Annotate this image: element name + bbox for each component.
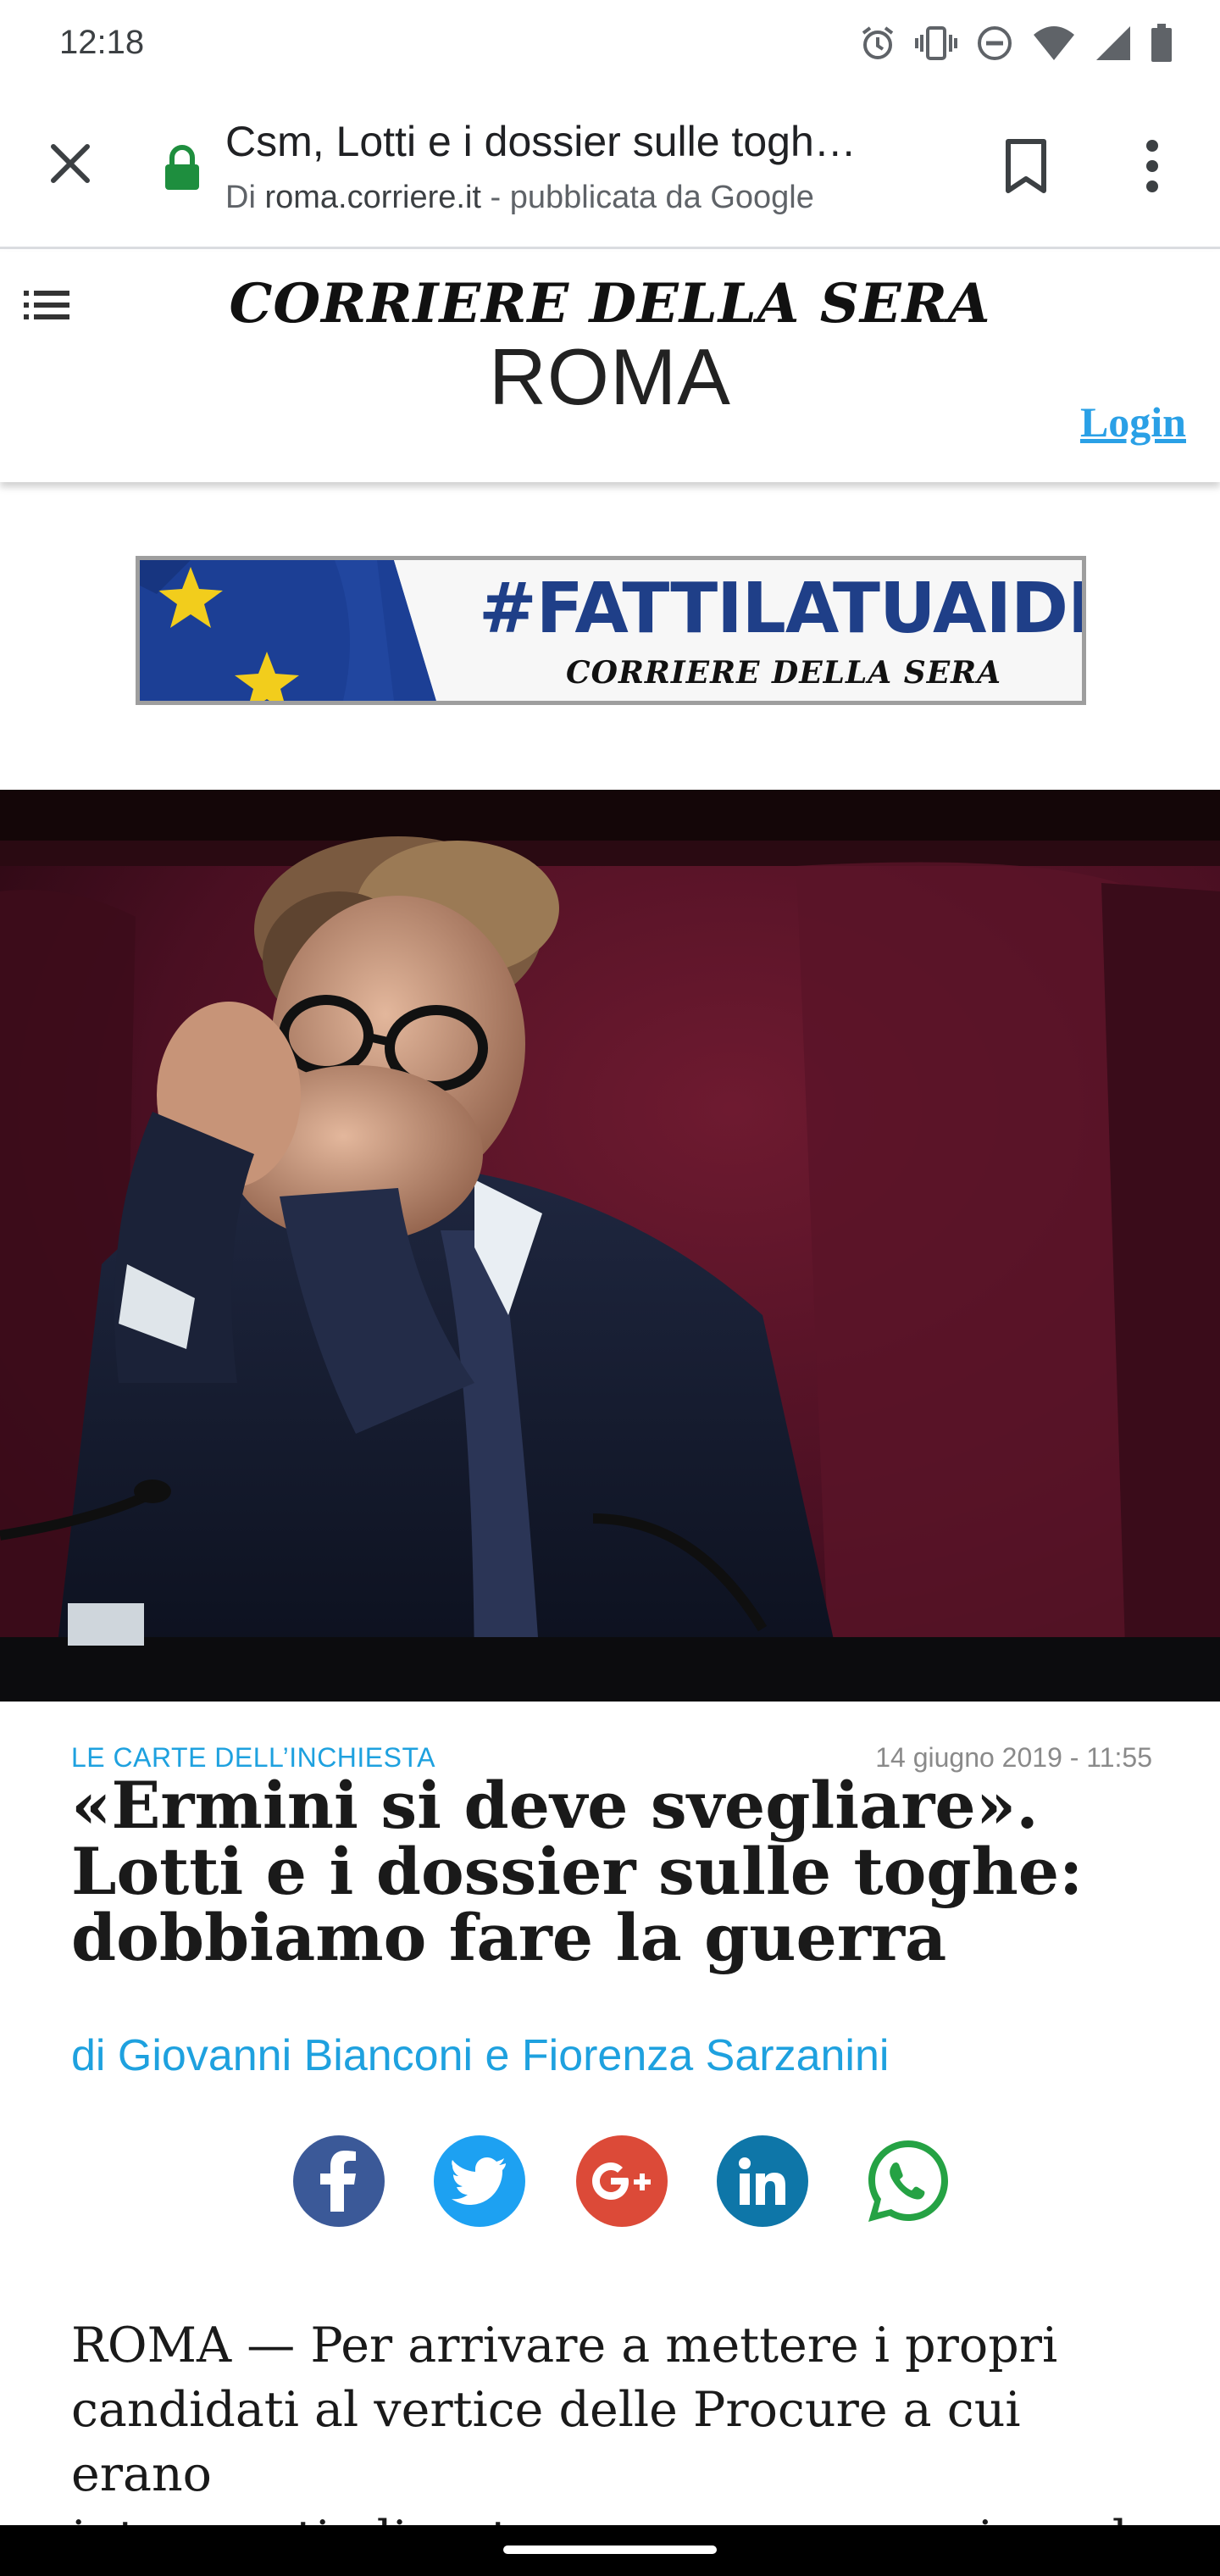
twitter-icon [452,2157,507,2205]
signal-icon [1095,25,1132,62]
section-title[interactable]: ROMA [0,331,1220,423]
share-bar [0,2135,1220,2229]
close-button[interactable] [42,137,98,193]
more-options-button[interactable] [1127,134,1178,202]
article-byline[interactable]: di Giovanni Bianconi e Fiorenza Sarzanin… [71,2030,889,2081]
lock-icon[interactable] [163,144,202,192]
status-bar: 12:18 [0,0,1220,85]
bookmark-button[interactable] [996,134,1056,202]
status-icons [859,20,1173,66]
origin-domain: roma.corriere.it [264,180,481,215]
body-line: ROMA — Per arrivare a mettere i propri [71,2318,1058,2373]
do-not-disturb-icon [976,25,1013,62]
eu-flag-image [140,560,462,701]
share-facebook-button[interactable] [293,2135,385,2227]
share-google-plus-button[interactable] [576,2135,668,2227]
page-title[interactable]: Csm, Lotti e i dossier sulle togh… [225,117,929,166]
banner-brand: CORRIERE DELLA SERA [565,655,1002,691]
body-line: candidati al vertice delle Procure a cui… [71,2382,1021,2502]
whatsapp-icon [862,2135,954,2227]
custom-tab-toolbar: Csm, Lotti e i dossier sulle togh… Di ro… [0,85,1220,249]
facebook-icon [313,2151,364,2212]
headline-line: Lotti e i dossier sulle toghe: [71,1834,1084,1909]
close-icon [48,142,92,190]
status-time: 12:18 [59,24,145,61]
linkedin-icon [739,2157,786,2205]
google-plus-icon [592,2162,652,2201]
share-whatsapp-button[interactable] [862,2135,954,2227]
more-vert-icon [1144,138,1161,198]
headline-line: dobbiamo fare la guerra [71,1900,947,1975]
headline-line: «Ermini si deve svegliare». [71,1768,1039,1843]
origin-suffix: - pubblicata da Google [480,180,814,215]
page-origin[interactable]: Di roma.corriere.it - pubblicata da Goog… [225,180,814,216]
alarm-icon [859,25,896,62]
article-headline: «Ermini si deve svegliare». Lotti e i do… [71,1773,1164,1971]
article-hero-photo [0,790,1220,1702]
banner-hashtag: #FATTILATUAIDEA [479,569,1082,649]
system-navigation-bar [0,2525,1220,2576]
login-link[interactable]: Login [1080,397,1186,447]
bookmark-icon [1003,138,1049,198]
wifi-icon [1032,25,1076,62]
promo-banner[interactable]: #FATTILATUAIDEA CORRIERE DELLA SERA [136,556,1086,705]
site-header: CORRIERE DELLA SERA ROMA Login [0,252,1220,482]
share-twitter-button[interactable] [434,2135,525,2227]
battery-icon [1151,24,1173,63]
origin-prefix: Di [225,180,265,215]
site-logo[interactable]: CORRIERE DELLA SERA [0,272,1220,336]
home-gesture-handle[interactable] [503,2545,717,2554]
vibrate-icon [915,25,957,62]
share-linkedin-button[interactable] [717,2135,808,2227]
